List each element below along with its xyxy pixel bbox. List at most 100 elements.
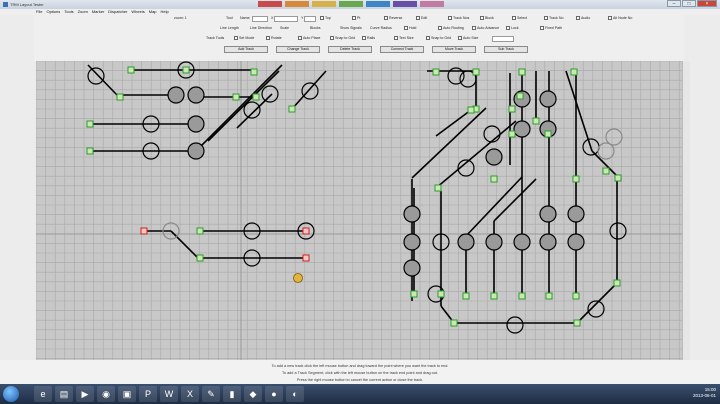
track-node[interactable] bbox=[545, 292, 553, 300]
track-end-node[interactable] bbox=[302, 227, 310, 235]
track-node[interactable] bbox=[196, 254, 204, 262]
track-switch[interactable] bbox=[485, 233, 503, 251]
option-checkbox[interactable]: Lock bbox=[506, 26, 519, 30]
track-node[interactable] bbox=[86, 147, 94, 155]
option-checkbox[interactable]: Audio bbox=[576, 16, 590, 20]
folder-icon[interactable]: ▤ bbox=[55, 386, 73, 402]
term-icon[interactable]: ▮ bbox=[223, 386, 241, 402]
track-switch[interactable] bbox=[605, 128, 623, 146]
option-checkbox[interactable]: Rotate bbox=[266, 36, 282, 40]
option-checkbox[interactable]: Pt bbox=[352, 16, 360, 20]
checkbox-box[interactable] bbox=[448, 16, 452, 20]
track-node[interactable] bbox=[572, 175, 580, 183]
track-switch[interactable] bbox=[243, 101, 261, 119]
track-switch[interactable] bbox=[457, 233, 475, 251]
option-checkbox[interactable]: Reverse bbox=[384, 16, 402, 20]
track-switch[interactable] bbox=[485, 148, 503, 166]
tool-button[interactable]: Sub Track bbox=[484, 46, 528, 53]
track-switch[interactable] bbox=[301, 82, 319, 100]
checkbox-box[interactable] bbox=[480, 16, 484, 20]
checkbox-box[interactable] bbox=[394, 36, 398, 40]
track-node[interactable] bbox=[573, 319, 581, 327]
checkbox-box[interactable] bbox=[416, 16, 420, 20]
track-segment[interactable] bbox=[435, 120, 517, 189]
option-checkbox[interactable]: Rails bbox=[362, 36, 375, 40]
option-checkbox[interactable]: Auto Routing bbox=[438, 26, 464, 30]
option-checkbox[interactable]: Track No bbox=[544, 16, 563, 20]
cursor-icon[interactable] bbox=[293, 273, 303, 283]
option-checkbox[interactable]: Block bbox=[480, 16, 494, 20]
option-checkbox[interactable]: Fixed Path bbox=[540, 26, 562, 30]
x-input[interactable] bbox=[274, 16, 298, 22]
checkbox-box[interactable] bbox=[234, 36, 238, 40]
vertical-scrollbar[interactable] bbox=[682, 61, 690, 360]
paint-icon[interactable]: ✎ bbox=[202, 386, 220, 402]
ppt-icon[interactable]: P bbox=[139, 386, 157, 402]
track-end-node[interactable] bbox=[140, 227, 148, 235]
track-node[interactable] bbox=[602, 167, 610, 175]
option-checkbox[interactable]: Snap to Grid bbox=[426, 36, 451, 40]
checkbox-box[interactable] bbox=[352, 16, 356, 20]
track-switch[interactable] bbox=[567, 233, 585, 251]
checkbox-box[interactable] bbox=[540, 26, 544, 30]
track-switch[interactable] bbox=[567, 205, 585, 223]
track-node[interactable] bbox=[516, 92, 524, 100]
name-input[interactable] bbox=[252, 16, 268, 22]
option-checkbox[interactable]: Top bbox=[320, 16, 331, 20]
ie-icon[interactable]: e bbox=[34, 386, 52, 402]
option-checkbox[interactable]: Set Mode bbox=[234, 36, 254, 40]
checkbox-box[interactable] bbox=[320, 16, 324, 20]
track-switch[interactable] bbox=[609, 222, 627, 240]
track-node[interactable] bbox=[434, 184, 442, 192]
track-node[interactable] bbox=[508, 130, 516, 138]
track-node[interactable] bbox=[450, 319, 458, 327]
tool-button[interactable]: Change Track bbox=[276, 46, 320, 53]
option-checkbox[interactable]: Alt Node No bbox=[608, 16, 632, 20]
track-switch[interactable] bbox=[513, 120, 531, 138]
tool-button[interactable]: Connect Track bbox=[380, 46, 424, 53]
checkbox-box[interactable] bbox=[362, 36, 366, 40]
media-icon[interactable]: ▶ bbox=[76, 386, 94, 402]
track-node[interactable] bbox=[544, 130, 552, 138]
app4-icon[interactable]: ◐ bbox=[286, 386, 304, 402]
track-switch[interactable] bbox=[403, 205, 421, 223]
excel-icon[interactable]: X bbox=[181, 386, 199, 402]
start-button[interactable] bbox=[3, 386, 19, 402]
track-node[interactable] bbox=[232, 93, 240, 101]
track-switch[interactable] bbox=[403, 259, 421, 277]
track-node[interactable] bbox=[490, 175, 498, 183]
track-node[interactable] bbox=[127, 66, 135, 74]
checkbox-box[interactable] bbox=[576, 16, 580, 20]
track-node[interactable] bbox=[462, 292, 470, 300]
track-switch[interactable] bbox=[403, 233, 421, 251]
tool-button[interactable]: Move Track bbox=[432, 46, 476, 53]
checkbox-box[interactable] bbox=[506, 26, 510, 30]
track-switch[interactable] bbox=[167, 86, 185, 104]
layout-canvas[interactable] bbox=[36, 61, 682, 360]
word-icon[interactable]: W bbox=[160, 386, 178, 402]
track-node[interactable] bbox=[116, 93, 124, 101]
app3-icon[interactable]: ● bbox=[265, 386, 283, 402]
track-end-node[interactable] bbox=[302, 254, 310, 262]
checkbox-box[interactable] bbox=[438, 26, 442, 30]
track-node[interactable] bbox=[518, 292, 526, 300]
chrome-icon[interactable]: ◉ bbox=[97, 386, 115, 402]
track-node[interactable] bbox=[250, 68, 258, 76]
track-switch[interactable] bbox=[539, 205, 557, 223]
app-icon[interactable]: ▣ bbox=[118, 386, 136, 402]
track-switch[interactable] bbox=[187, 115, 205, 133]
app2-icon[interactable]: ◆ bbox=[244, 386, 262, 402]
track-switch[interactable] bbox=[539, 90, 557, 108]
track-node[interactable] bbox=[86, 120, 94, 128]
track-switch[interactable] bbox=[539, 233, 557, 251]
track-node[interactable] bbox=[288, 105, 296, 113]
close-button[interactable]: × bbox=[697, 0, 717, 7]
track-diagram[interactable] bbox=[36, 61, 682, 360]
checkbox-box[interactable] bbox=[404, 26, 408, 30]
minimize-button[interactable]: – bbox=[667, 0, 681, 7]
track-switch[interactable] bbox=[187, 86, 205, 104]
checkbox-box[interactable] bbox=[458, 36, 462, 40]
option-checkbox[interactable]: Edit bbox=[416, 16, 427, 20]
text-size-input[interactable] bbox=[492, 36, 514, 42]
track-node[interactable] bbox=[613, 279, 621, 287]
